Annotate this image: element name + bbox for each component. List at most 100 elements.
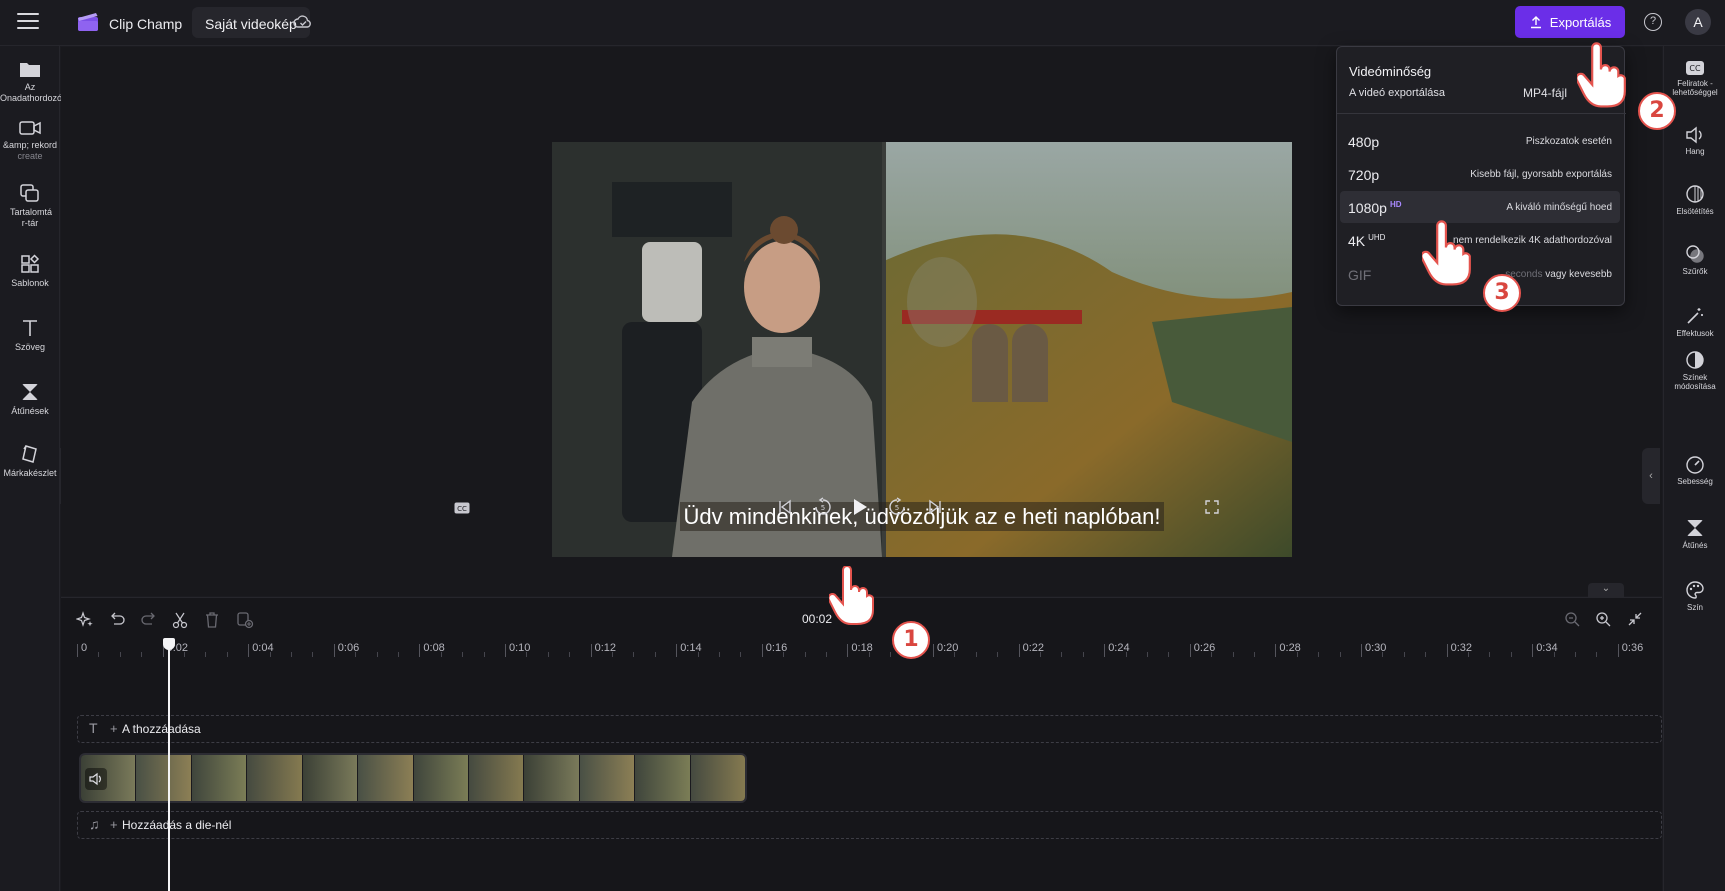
quality-option-4k[interactable]: 4K UHD nem rendelkezik 4K adathordozóval	[1340, 224, 1620, 256]
quality-option-1080p[interactable]: 1080p HD A kiváló minőségű hoed	[1340, 191, 1620, 223]
sidebar-item-content-library[interactable]: Tartalomtá r-tár	[0, 183, 60, 229]
ruler-tick	[1018, 644, 1020, 657]
ruler-minor-tick	[1468, 652, 1469, 657]
ruler-minor-tick	[1425, 652, 1427, 657]
fullscreen-icon[interactable]	[1205, 500, 1219, 514]
fit-timeline-icon[interactable]	[1627, 611, 1643, 627]
sidebar-item-label: Sablonok	[11, 278, 49, 288]
speed-icon	[1686, 456, 1704, 474]
sidebar-item-adjust-colors[interactable]: Színek módosítása	[1664, 350, 1725, 391]
ruler-minor-tick	[312, 652, 314, 657]
magic-sparkle-icon[interactable]	[76, 611, 94, 629]
sidebar-item-record[interactable]: &amp; rekord create	[0, 120, 60, 161]
sidebar-item-label: Színek módosítása	[1674, 373, 1716, 391]
zoom-in-icon[interactable]	[1595, 611, 1611, 627]
rewind-5s-icon[interactable]: 5	[813, 497, 833, 517]
text-track-icon: T	[89, 720, 98, 736]
audio-track-add[interactable]: ♫ + Hozzáadás a die-nél	[77, 811, 1662, 839]
pointer-hand-icon	[1422, 220, 1471, 286]
ruler-minor-tick	[719, 652, 720, 657]
timecode-display: 00:02	[802, 612, 833, 626]
play-icon[interactable]	[851, 497, 869, 517]
sidebar-item-sublabel: create	[17, 151, 43, 161]
undo-icon[interactable]	[108, 611, 126, 629]
ruler-minor-tick	[975, 652, 977, 657]
option-resolution: 720p	[1348, 167, 1380, 183]
ruler-minor-tick	[1382, 652, 1384, 657]
playhead[interactable]	[168, 640, 170, 891]
uhd-badge: UHD	[1368, 233, 1386, 243]
right-panel-collapse-button[interactable]: ‹	[1642, 448, 1660, 504]
ruler-minor-tick	[547, 652, 549, 657]
skip-to-start-icon[interactable]	[777, 499, 793, 515]
clip-audio-icon[interactable]	[85, 768, 107, 790]
quality-option-720p[interactable]: 720p Kisebb fájl, gyorsabb exportálás	[1340, 158, 1620, 190]
ruler-minor-tick	[569, 652, 571, 657]
sidebar-item-label: Sebesség	[1677, 477, 1713, 486]
zoom-out-icon[interactable]	[1564, 611, 1580, 627]
sidebar-item-fade[interactable]: Elsötétítés	[1664, 184, 1725, 216]
plus-icon: +	[110, 817, 118, 832]
filters-icon	[1686, 245, 1704, 263]
option-description: Piszkozatok esetén	[1525, 136, 1612, 147]
forward-5s-icon[interactable]: 5	[887, 497, 907, 517]
dropdown-subtitle: A videó exportálása	[1349, 87, 1446, 99]
ruler-minor-tick	[1211, 652, 1213, 657]
color-palette-icon	[1686, 581, 1704, 599]
sidebar-item-label: Átűnések	[11, 406, 49, 416]
duplicate-icon[interactable]	[236, 611, 254, 629]
delete-icon[interactable]	[204, 611, 220, 629]
captions-toggle-icon[interactable]: CC	[454, 502, 470, 514]
option-resolution: 4K	[1348, 233, 1366, 249]
sidebar-item-filters[interactable]: Szűrők	[1664, 244, 1725, 276]
ruler-tick	[847, 644, 849, 657]
skip-to-end-icon[interactable]	[927, 499, 943, 515]
sidebar-item-label: Hang	[1685, 147, 1705, 156]
video-preview: Üdv mindenkinek, üdvözöljük az e heti na…	[552, 142, 1292, 557]
ruler-minor-tick	[1596, 652, 1598, 657]
sidebar-item-transitions[interactable]: Átűnések	[0, 382, 60, 417]
ruler-minor-tick	[826, 652, 827, 657]
collapse-preview-button[interactable]: ⌄	[1588, 583, 1624, 597]
playhead-handle[interactable]	[163, 638, 175, 650]
quality-option-gif[interactable]: GIF seconds vagy kevesebb	[1340, 258, 1620, 290]
sidebar-item-audio[interactable]: Hang	[1664, 126, 1725, 156]
ruler-tick	[1104, 644, 1106, 657]
help-icon[interactable]: ?	[1644, 13, 1662, 31]
sidebar-item-text[interactable]: Szöveg	[0, 318, 60, 353]
sidebar-item-brand-kit[interactable]: Márkakészlet	[0, 444, 60, 479]
ruler-minor-tick	[868, 652, 870, 657]
ruler-minor-tick	[1061, 652, 1063, 657]
ruler-minor-tick	[398, 652, 399, 657]
top-bar: Clip Champ Saját videokép Exportálás ? A	[0, 0, 1725, 46]
split-scissors-icon[interactable]	[171, 611, 189, 629]
video-caption-text: Üdv mindenkinek, üdvözöljük az e heti na…	[679, 502, 1165, 531]
sidebar-item-captions[interactable]: CC Feliratok - lehetőséggel	[1664, 60, 1725, 97]
redo-icon[interactable]	[140, 611, 158, 629]
pointer-hand-icon	[829, 566, 874, 625]
quality-option-480p[interactable]: 480p Piszkozatok esetén	[1340, 125, 1620, 157]
ruler-minor-tick	[612, 652, 613, 657]
sidebar-item-transition[interactable]: Átűnés	[1664, 518, 1725, 550]
timeline-ruler[interactable]: 0 0:02 0:04 0:06 0:08 0:10 0:12 0:14 0:16 0:18 0:2…	[61, 640, 1662, 662]
sidebar-item-templates[interactable]: Sablonok	[0, 254, 60, 289]
ruler-tick	[1532, 644, 1534, 657]
plus-icon: +	[110, 721, 118, 736]
menu-icon[interactable]	[17, 13, 39, 31]
sidebar-item-effects[interactable]: Effektusok	[1664, 306, 1725, 338]
ruler-tick	[1446, 644, 1448, 657]
sidebar-item-speed[interactable]: Sebesség	[1664, 454, 1725, 486]
video-clip[interactable]	[79, 753, 747, 803]
text-track-add[interactable]: T + A ͏thozzáadása	[77, 715, 1662, 743]
option-description-extra: vagy kevesebb	[1545, 269, 1612, 280]
left-sidebar: Az Onadathordozója &amp; rekord create T…	[0, 46, 69, 891]
ruler-minor-tick	[226, 652, 228, 657]
sidebar-item-color[interactable]: Szín	[1664, 580, 1725, 612]
ruler-minor-tick	[355, 652, 357, 657]
sidebar-item-media[interactable]: Az Onadathordozója	[0, 60, 69, 104]
option-description: Kisebb fájl, gyorsabb exportálás	[1470, 169, 1612, 180]
step-badge-1: 1	[892, 621, 930, 659]
user-avatar[interactable]: A	[1685, 9, 1711, 35]
ruler-minor-tick	[804, 652, 806, 657]
svg-text:CC: CC	[457, 505, 467, 513]
